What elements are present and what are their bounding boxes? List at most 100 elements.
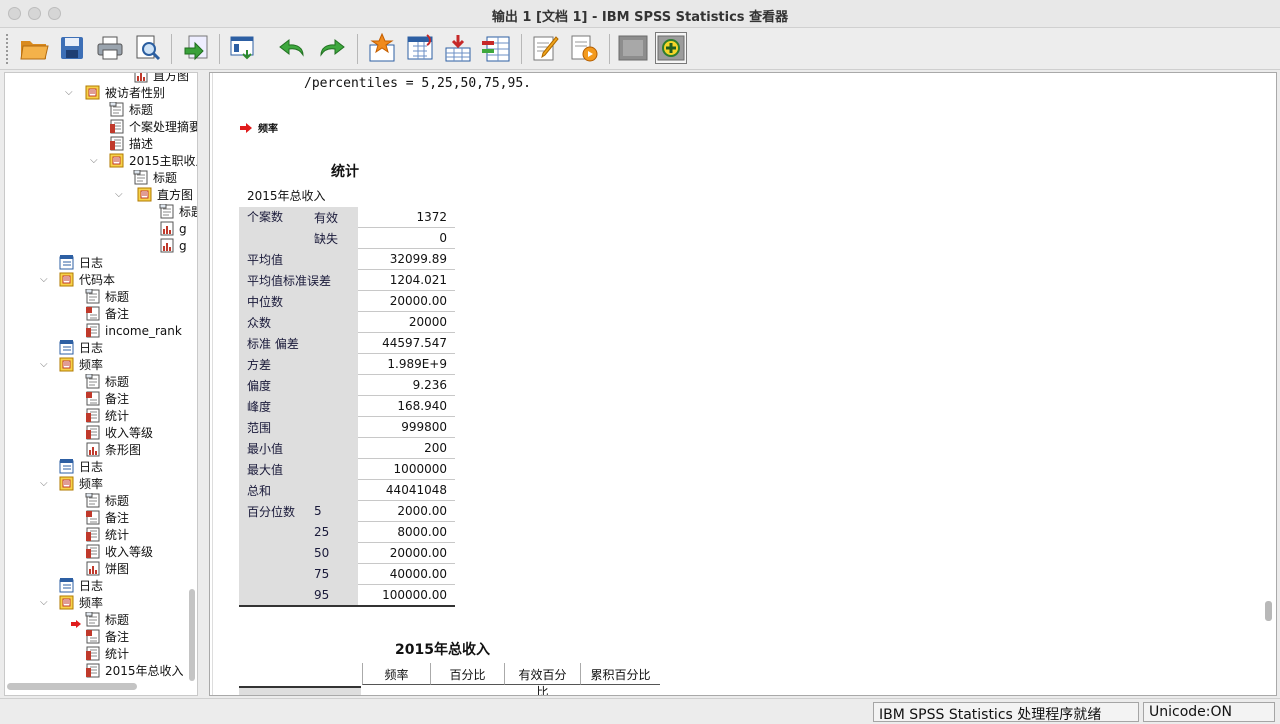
outline-item-label: 条形图 [105,443,142,457]
expand-chevron-icon[interactable]: ⌵ [115,190,125,200]
outline-item-label: 直方图 [153,72,190,83]
outline-item[interactable]: 收入等级 [85,424,153,441]
outline-item[interactable]: g [159,237,187,254]
outline-item[interactable]: income_rank [85,322,182,339]
outline-item[interactable]: 代码本 [59,271,115,288]
outline-item[interactable]: 描述 [109,135,153,152]
current-item-arrow-icon [71,617,81,628]
open-icon[interactable] [18,32,50,64]
show-icon[interactable] [655,32,687,64]
cell-value: 1.989E+9 [358,353,455,375]
outline-item[interactable]: 频率 [59,594,103,611]
table-row: 峰度 168.940 [239,395,455,417]
pane-splitter[interactable] [199,72,208,696]
edit-output-icon[interactable] [530,32,562,64]
expand-chevron-icon[interactable]: ⌵ [40,598,50,608]
row-sub-label: 75 [306,563,358,585]
table-icon [85,425,101,440]
chart-icon [85,561,101,576]
row-sub-label: 50 [306,542,358,564]
row-label: 平均值 [239,248,358,270]
outline-item[interactable]: 备注 [85,509,129,526]
outline-item[interactable]: 条形图 [85,441,141,458]
insert-variable-icon[interactable] [480,32,512,64]
redo-icon[interactable] [316,32,348,64]
outline-item[interactable]: 日志 [59,254,103,271]
outline-item[interactable]: g [159,220,187,237]
table-icon [85,527,101,542]
export-icon[interactable] [180,32,212,64]
outline-item[interactable]: 标题 [85,373,129,390]
expand-chevron-icon[interactable]: ⌵ [40,275,50,285]
outline-item[interactable]: 频率 [59,475,103,492]
row-group-label [239,521,306,543]
outline-item[interactable]: 频率 [59,356,103,373]
outline-item[interactable]: 日志 [59,458,103,475]
outline-item[interactable]: 直方图 [133,72,190,84]
output-pane[interactable]: /percentiles = 5,25,50,75,95. 频率 统计 2015… [209,72,1277,696]
column-header: 有效百分比 [504,663,580,695]
outline-item-label: 代码本 [79,273,116,287]
processor-status: IBM SPSS Statistics 处理程序就绪 [873,702,1139,723]
book-icon [137,187,153,202]
outline-horizontal-scrollbar[interactable] [7,683,137,690]
expand-chevron-icon[interactable]: ⌵ [65,88,75,98]
outline-item-label: 统计 [105,647,130,661]
book-icon [85,85,101,100]
outline-item[interactable]: 标题 [159,203,197,220]
book-icon [59,595,75,610]
goto-case-icon[interactable] [366,32,398,64]
row-label: 最大值 [239,458,358,480]
section-heading[interactable]: 频率 [240,120,278,135]
outline-item[interactable]: 标题 [85,288,129,305]
outline-item[interactable]: 收入等级 [85,543,153,560]
outline-item[interactable]: 日志 [59,577,103,594]
table-row: 50 20000.00 [239,542,455,564]
cell-value: 20000.00 [358,542,455,564]
row-group-label [239,227,306,249]
outline-item-label: 统计 [105,409,130,423]
expand-chevron-icon[interactable]: ⌵ [40,360,50,370]
outline-item[interactable]: 被访者性别 [85,84,165,101]
undo-icon[interactable] [276,32,308,64]
expand-chevron-icon[interactable]: ⌵ [90,156,100,166]
outline-item[interactable]: 2015主职收入 [109,152,197,169]
table-row: 缺失 0 [239,227,455,249]
outline-item-label: 日志 [79,579,104,593]
insert-cases-icon[interactable] [442,32,474,64]
outline-item[interactable]: 个案处理摘要 [109,118,197,135]
recall-dialog-icon[interactable] [228,32,260,64]
output-vertical-scrollbar[interactable] [1265,601,1272,621]
outline-item[interactable]: 日志 [59,339,103,356]
syntax-line: /percentiles = 5,25,50,75,95. [304,76,531,91]
table-row: 平均值 32099.89 [239,248,455,270]
outline-item[interactable]: 统计 [85,645,129,662]
outline-item[interactable]: 备注 [85,628,129,645]
outline-item[interactable]: 统计 [85,407,129,424]
outline-vertical-scrollbar[interactable] [189,589,195,681]
outline-item[interactable]: 2015年总收入 [85,662,184,679]
table-icon [85,408,101,423]
outline-item[interactable]: 标题 [85,611,129,628]
outline-item[interactable]: 标题 [133,169,177,186]
hide-icon[interactable] [617,32,649,64]
outline-item[interactable]: 饼图 [85,560,129,577]
outline-item[interactable]: 标题 [85,492,129,509]
print-icon[interactable] [94,32,126,64]
outline-pane[interactable]: 直方图⌵被访者性别标题个案处理摘要描述⌵2015主职收入标题⌵直方图标题gg日志… [4,72,198,696]
save-icon[interactable] [56,32,88,64]
print-preview-icon[interactable] [132,32,164,64]
notes-icon [85,391,101,406]
designate-window-icon[interactable] [568,32,600,64]
outline-item-label: 标题 [105,375,130,389]
goto-variable-icon[interactable] [404,32,436,64]
outline-item[interactable]: 统计 [85,526,129,543]
expand-chevron-icon[interactable]: ⌵ [40,479,50,489]
outline-item[interactable]: 直方图 [137,186,193,203]
toolbar-grip[interactable] [6,34,10,64]
row-label: 众数 [239,311,358,333]
outline-item[interactable]: 备注 [85,390,129,407]
outline-item[interactable]: 标题 [109,101,153,118]
outline-item[interactable]: 备注 [85,305,129,322]
statistics-table[interactable]: 个案数 有效 1372 缺失 0 平均值 32099.89 平均值标准误差 1204.021 中位… [239,206,455,607]
